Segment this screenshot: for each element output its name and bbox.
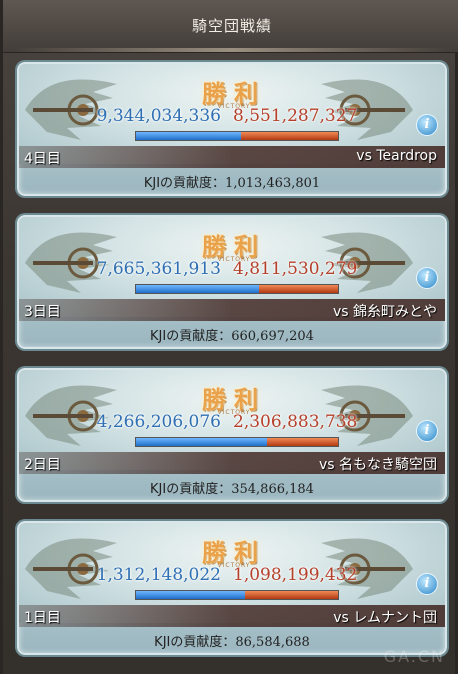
score-bar-theirs xyxy=(267,438,338,446)
our-score: 7,665,361,913 xyxy=(96,259,221,279)
contribution-label: KJIの貢献度： xyxy=(150,482,232,497)
battle-card: 勝利 VICTORY 1,312,148,022 1,098,199,432 i… xyxy=(17,521,447,655)
score-bar-theirs xyxy=(259,285,338,293)
score-bar-theirs xyxy=(241,132,338,140)
contribution: KJIの貢献度：86,584,688 xyxy=(19,631,445,650)
contribution-value: 86,584,688 xyxy=(235,635,310,650)
contribution-value: 1,013,463,801 xyxy=(225,176,321,191)
contribution: KJIの貢献度：354,866,184 xyxy=(19,478,445,497)
info-icon[interactable]: i xyxy=(416,420,438,442)
their-score: 1,098,199,432 xyxy=(233,565,358,585)
score-bar-ours xyxy=(136,438,268,446)
contribution-value: 660,697,204 xyxy=(231,329,314,344)
our-score: 1,312,148,022 xyxy=(96,565,221,585)
battle-card: 勝利 VICTORY 7,665,361,913 4,811,530,279 i… xyxy=(17,215,447,349)
header: 騎空団戦績 xyxy=(3,0,458,53)
their-score: 8,551,287,327 xyxy=(233,106,358,126)
info-icon[interactable]: i xyxy=(416,573,438,595)
opponent-name: vs Teardrop xyxy=(356,148,437,164)
battle-card: 勝利 VICTORY 4,266,206,076 2,306,883,738 i… xyxy=(17,368,447,502)
battle-day: 4日目 xyxy=(24,151,61,167)
contribution-label: KJIの貢献度： xyxy=(143,176,226,191)
contribution-label: KJIの貢献度： xyxy=(154,635,236,650)
battle-day: 3日目 xyxy=(24,304,61,320)
opponent-name: vs 名もなき騎空団 xyxy=(318,457,437,473)
our-score: 9,344,034,336 xyxy=(96,106,221,126)
opponent-name: vs 錦糸町みとや xyxy=(332,304,437,320)
score-bar-ours xyxy=(136,132,242,140)
our-score: 4,266,206,076 xyxy=(96,412,221,432)
victory-emblem: 勝利 VICTORY xyxy=(197,378,271,416)
their-score: 2,306,883,738 xyxy=(233,412,358,432)
battle-card: 勝利 VICTORY 9,344,034,336 8,551,287,327 i… xyxy=(17,62,447,196)
battle-day: 1日目 xyxy=(24,610,61,626)
contribution-label: KJIの貢献度： xyxy=(150,329,232,344)
page-title: 騎空団戦績 xyxy=(191,17,272,35)
score-bar-ours xyxy=(136,591,246,599)
info-icon[interactable]: i xyxy=(416,114,438,136)
score-bar-ours xyxy=(136,285,260,293)
info-icon[interactable]: i xyxy=(416,267,438,289)
opponent-name: vs レムナント団 xyxy=(333,610,437,626)
victory-emblem: 勝利 VICTORY xyxy=(197,72,271,110)
score-bar xyxy=(135,590,339,600)
battle-day: 2日目 xyxy=(24,457,61,473)
score-bar xyxy=(135,284,339,294)
victory-emblem: 勝利 VICTORY xyxy=(197,225,271,263)
contribution-value: 354,866,184 xyxy=(231,482,314,497)
score-bar xyxy=(135,437,339,447)
header-divider xyxy=(12,48,452,52)
score-bar-theirs xyxy=(245,591,338,599)
their-score: 4,811,530,279 xyxy=(233,259,358,279)
contribution: KJIの貢献度：660,697,204 xyxy=(19,325,445,344)
victory-emblem: 勝利 VICTORY xyxy=(197,531,271,569)
contribution: KJIの貢献度：1,013,463,801 xyxy=(19,172,445,191)
battle-record-panel: 騎空団戦績 勝利 VICTORY 9,344,034,336 8,551,287… xyxy=(0,0,458,674)
score-bar xyxy=(135,131,339,141)
watermark: GA.CN xyxy=(383,647,445,666)
